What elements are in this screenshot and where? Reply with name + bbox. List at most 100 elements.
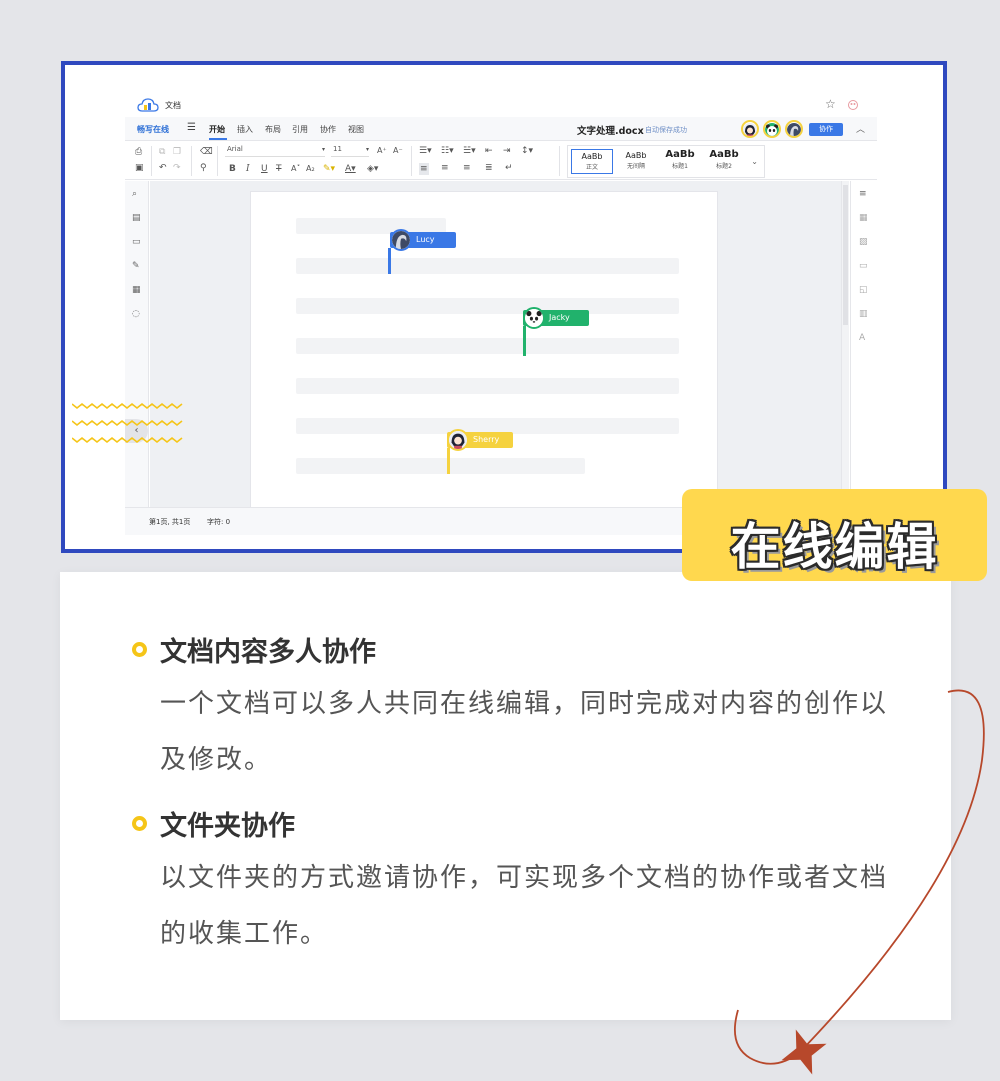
brand-logo[interactable]: 畅写在线 <box>137 124 169 135</box>
bold-icon[interactable]: B <box>229 164 236 174</box>
menu-tab-insert[interactable]: 插入 <box>237 124 253 135</box>
increase-indent-icon[interactable]: ⇥ <box>503 146 511 156</box>
chat-icon[interactable]: ◌ <box>132 309 140 319</box>
star-icon[interactable]: ☆ <box>825 98 836 110</box>
decrease-indent-icon[interactable]: ⇤ <box>485 146 493 156</box>
header-footer-icon[interactable]: ▭ <box>859 261 868 271</box>
align-right-icon[interactable]: ≡ <box>463 163 471 173</box>
zigzag-decoration <box>72 402 183 444</box>
decrease-font-icon[interactable]: A⁻ <box>393 146 403 156</box>
strikethrough-icon[interactable]: T <box>276 164 282 174</box>
subscript-icon[interactable]: A₂ <box>306 164 315 174</box>
cloud-logo-icon <box>137 98 159 112</box>
edit-icon[interactable]: ✎ <box>132 261 140 271</box>
menu-tab-home[interactable]: 开始 <box>209 124 225 135</box>
paste-icon[interactable]: ❐ <box>173 147 181 157</box>
increase-font-icon[interactable]: A⁺ <box>377 146 387 156</box>
page-count: 第1页, 共1页 <box>149 518 191 526</box>
title-bar: 文档 ☆ <box>125 95 877 117</box>
style-heading-2[interactable]: AaBb 标题2 <box>703 149 745 174</box>
document-editor: 文档 ☆ 畅写在线 ☰ 开始 插入 布局 引用 协作 视图 文字处理.docx … <box>125 95 877 535</box>
style-expand-icon[interactable]: ⌄ <box>751 157 758 166</box>
shape-settings-icon[interactable]: ◱ <box>859 285 868 295</box>
format-painter-icon[interactable]: ⚲ <box>200 163 207 173</box>
online-edit-badge: 在线编辑 <box>682 489 987 581</box>
font-color-icon[interactable]: A▾ <box>345 164 356 174</box>
style-normal[interactable]: AaBb 正文 <box>571 149 613 174</box>
undo-icon[interactable]: ↶ <box>159 163 167 173</box>
bullet-circle-icon <box>132 642 147 657</box>
bullet-circle-icon <box>132 816 147 831</box>
collaborator-avatar-girl[interactable] <box>741 120 759 138</box>
shading-icon[interactable]: ◈▾ <box>367 164 378 174</box>
save-icon[interactable]: ▣ <box>135 163 144 173</box>
document-name[interactable]: 文字处理.docx <box>577 123 644 137</box>
menu-bar: 畅写在线 ☰ 开始 插入 布局 引用 协作 视图 文字处理.docx 自动保存成… <box>125 117 877 141</box>
outline-icon[interactable]: ▦ <box>132 285 141 295</box>
curved-arrow-decoration <box>734 689 985 1075</box>
redo-icon[interactable]: ↷ <box>173 163 181 173</box>
skin-icon[interactable] <box>847 99 859 111</box>
bullet-list-icon[interactable]: ☰▾ <box>419 146 432 156</box>
text-line-placeholder <box>296 378 679 394</box>
vertical-scrollbar[interactable] <box>841 181 849 507</box>
underline-icon[interactable]: U <box>261 164 268 174</box>
menu-tab-layout[interactable]: 布局 <box>265 124 281 135</box>
table-settings-icon[interactable]: ▦ <box>859 213 868 223</box>
screenshot-frame: 文档 ☆ 畅写在线 ☰ 开始 插入 布局 引用 协作 视图 文字处理.docx … <box>61 61 947 553</box>
collaborator-tag-sherry: Sherry <box>447 429 513 451</box>
panda-avatar-icon <box>523 307 545 329</box>
collaborator-avatar-panda[interactable] <box>763 120 781 138</box>
feature-title-1: 文档内容多人协作 <box>160 637 376 668</box>
copy-icon[interactable]: ⧉ <box>159 147 165 157</box>
menu-tab-references[interactable]: 引用 <box>292 124 308 135</box>
collaborator-avatar-boy[interactable] <box>785 120 803 138</box>
text-line-placeholder <box>296 338 679 354</box>
print-icon[interactable]: ⎙ <box>135 147 142 157</box>
girl-avatar-icon <box>743 123 757 136</box>
cursor-lucy <box>388 248 391 274</box>
panda-avatar-icon <box>765 123 779 136</box>
style-no-spacing[interactable]: AaBb 无间隔 <box>615 149 657 174</box>
menu-tab-view[interactable]: 视图 <box>348 124 364 135</box>
menu-tab-collaborate[interactable]: 协作 <box>320 124 336 135</box>
numbered-list-icon[interactable]: ☷▾ <box>441 146 454 156</box>
line-spacing-icon[interactable]: ↕▾ <box>521 146 533 156</box>
text-line-placeholder <box>296 298 679 314</box>
right-sidebar: ≡ ▦ ▨ ▭ ◱ ▥ A <box>850 181 877 535</box>
collaborator-tag-lucy: Lucy <box>390 229 456 251</box>
hamburger-menu-icon[interactable]: ☰ <box>187 122 196 134</box>
document-page[interactable]: Lucy Jacky Sherry <box>250 191 718 521</box>
text-line-placeholder <box>296 258 679 274</box>
multilevel-list-icon[interactable]: ☱▾ <box>463 146 476 156</box>
style-heading-1[interactable]: AaBb 标题1 <box>659 149 701 174</box>
navigation-icon[interactable]: ▤ <box>132 213 141 223</box>
boy-avatar-icon <box>787 123 801 136</box>
style-gallery: AaBb 正文 AaBb 无间隔 AaBb 标题1 AaBb 标题2 ⌄ <box>567 145 765 178</box>
text-art-icon[interactable]: A <box>859 333 865 343</box>
boy-avatar-icon <box>390 229 412 251</box>
font-family-select[interactable]: Arial ▾ <box>225 145 325 157</box>
justify-icon[interactable]: ≣ <box>485 163 493 173</box>
dropdown-caret-icon: ▾ <box>365 146 369 153</box>
feature-title-2: 文件夹协作 <box>160 811 295 842</box>
image-settings-icon[interactable]: ▨ <box>859 237 868 247</box>
paragraph-mark-icon[interactable]: ↵ <box>505 163 513 173</box>
italic-icon[interactable]: I <box>246 164 250 174</box>
chart-settings-icon[interactable]: ▥ <box>859 309 868 319</box>
autosave-status: 自动保存成功 <box>645 126 687 134</box>
align-left-icon[interactable]: ≡ <box>419 163 429 175</box>
formatting-toolbar: ⎙ ▣ ⧉ ❐ ↶ ↷ ⌫ ⚲ Arial ▾ 11 ▾ A⁺ A⁻ B I U T… <box>125 142 877 180</box>
font-size-select[interactable]: 11 ▾ <box>331 145 369 157</box>
highlight-icon[interactable]: ✎▾ <box>323 164 335 174</box>
girl-avatar-icon <box>447 429 469 451</box>
eraser-icon[interactable]: ⌫ <box>200 147 213 157</box>
chevron-up-icon[interactable]: ︿ <box>856 122 865 135</box>
align-center-icon[interactable]: ≡ <box>441 163 449 173</box>
superscript-icon[interactable]: A˟ <box>291 164 300 174</box>
collaborate-button[interactable]: 协作 <box>809 123 843 136</box>
cursor-jacky <box>523 326 526 356</box>
paragraph-settings-icon[interactable]: ≡ <box>859 189 867 199</box>
comment-icon[interactable]: ▭ <box>132 237 141 247</box>
find-icon[interactable]: ⌕ <box>132 189 137 199</box>
